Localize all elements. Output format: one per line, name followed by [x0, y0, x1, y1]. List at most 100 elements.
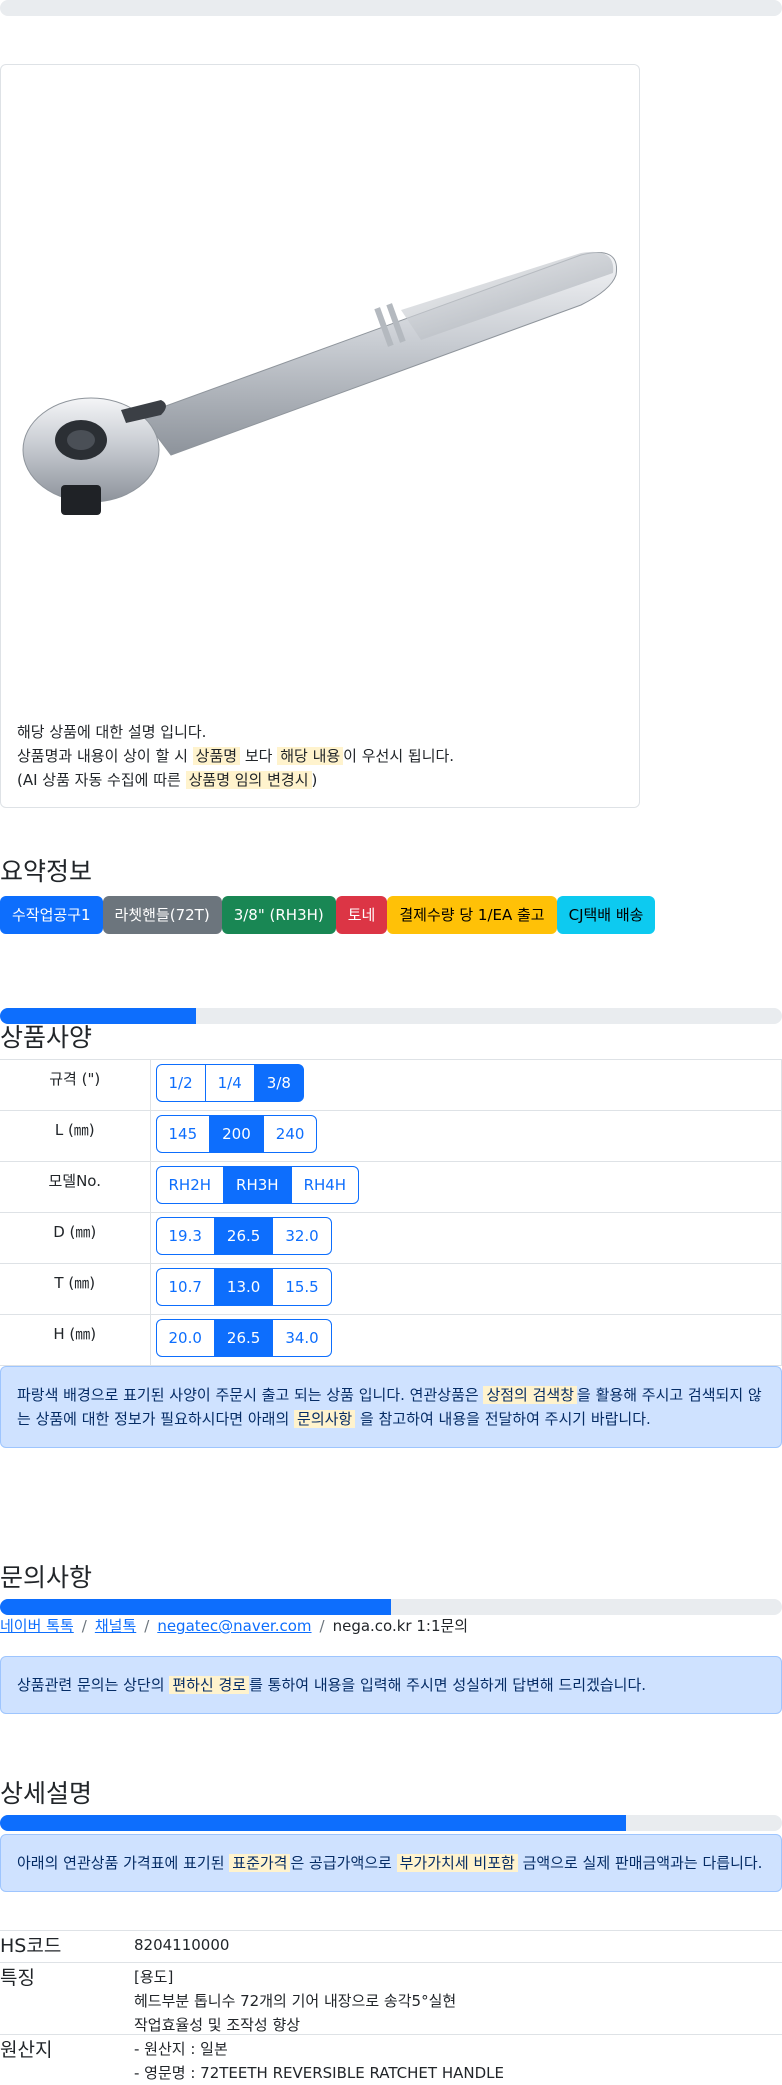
notice-text: 금액으로 실제 판매금액과는 다릅니다.	[517, 1854, 763, 1872]
spec-option-button[interactable]: 13.0	[213, 1268, 274, 1306]
notice-text: 은 공급가액으로	[290, 1854, 397, 1872]
spec-label: 모델No.	[0, 1161, 151, 1213]
caption-line-2: 상품명과 내용이 상이 할 시 상품명 보다 해당 내용 이 우선시 됩니다.	[17, 744, 454, 768]
spec-label: L (㎜)	[0, 1110, 151, 1162]
link-separator: /	[319, 1617, 325, 1635]
spec-row: D (㎜) 19.3 26.5 32.0	[0, 1212, 782, 1264]
spec-row: T (㎜) 10.7 13.0 15.5	[0, 1263, 782, 1315]
spec-option-button[interactable]: 34.0	[272, 1319, 332, 1357]
caption-text: )	[311, 771, 318, 789]
spec-option-button[interactable]: RH3H	[223, 1166, 292, 1204]
origin-value: - 원산지 : 일본 - 영문명 : 72TEETH REVERSIBLE RA…	[134, 2037, 504, 2085]
link-separator: /	[81, 1617, 87, 1635]
site-inquiry-text: nega.co.kr 1:1문의	[332, 1617, 469, 1635]
summary-tag: CJ택배 배송	[556, 896, 656, 934]
highlight-search: 상점의 검색창	[483, 1386, 578, 1404]
spec-option-button[interactable]: 3/8	[253, 1064, 304, 1102]
feature-value: [용도] 헤드부분 톱니수 72개의 기어 내장으로 송각5°실현 작업효율성 …	[134, 1965, 456, 2037]
highlight-product-name: 상품명	[192, 747, 241, 765]
spec-options: 20.0 26.5 34.0	[150, 1314, 782, 1366]
spec-option-button[interactable]: 32.0	[272, 1217, 332, 1255]
summary-tag: 수작업공구1	[0, 896, 103, 934]
spec-row: L (㎜) 145 200 240	[0, 1110, 782, 1162]
notice-text: 를 통하여 내용을 입력해 주시면 성실하게 답변해 드리겠습니다.	[249, 1676, 647, 1694]
link-separator: /	[144, 1617, 150, 1635]
spec-label: 규격 (")	[0, 1059, 151, 1111]
origin-line: - 원산지 : 일본	[134, 2040, 228, 2058]
highlight-standard-price: 표준가격	[229, 1854, 291, 1872]
spec-options: 19.3 26.5 32.0	[150, 1212, 782, 1264]
spec-option-button[interactable]: 10.7	[155, 1268, 215, 1306]
product-caption: 해당 상품에 대한 설명 입니다. 상품명과 내용이 상이 할 시 상품명 보다…	[17, 720, 454, 792]
spec-option-button[interactable]: 200	[209, 1115, 264, 1153]
spec-options: 1/2 1/4 3/8	[150, 1059, 782, 1111]
spec-option-group: 1/2 1/4 3/8	[155, 1064, 304, 1102]
spec-option-button[interactable]: RH2H	[155, 1166, 225, 1204]
spec-options: 10.7 13.0 15.5	[150, 1263, 782, 1315]
detail-progress-bar	[0, 1815, 782, 1831]
spec-option-button[interactable]: 19.3	[155, 1217, 215, 1255]
inquiry-notice: 상품관련 문의는 상단의 편하신 경로 를 통하여 내용을 입력해 주시면 성실하…	[0, 1656, 782, 1714]
caption-text: (AI 상품 자동 수집에 따른	[17, 771, 186, 789]
summary-tag: 결제수량 당 1/EA 출고	[387, 896, 557, 934]
feature-row: 특징 [용도] 헤드부분 톱니수 72개의 기어 내장으로 송각5°실현 작업효…	[0, 1962, 782, 2034]
caption-text: 이 우선시 됩니다.	[343, 747, 455, 765]
spec-option-button[interactable]: 26.5	[213, 1217, 274, 1255]
detail-title: 상세설명	[0, 1779, 93, 1808]
spec-option-button[interactable]: 15.5	[272, 1268, 332, 1306]
spec-label: H (㎜)	[0, 1314, 151, 1366]
summary-tag: 토네	[335, 896, 388, 934]
hs-code-label: HS코드	[0, 1935, 62, 1957]
detail-notice: 아래의 연관상품 가격표에 표기된 표준가격 은 공급가액으로 부가가치세 비포함…	[0, 1834, 782, 1892]
spec-option-button[interactable]: 26.5	[213, 1319, 274, 1357]
origin-row: 원산지 - 원산지 : 일본 - 영문명 : 72TEETH REVERSIBL…	[0, 2034, 782, 2085]
caption-text: 보다	[240, 747, 278, 765]
top-progress-bar	[0, 0, 782, 16]
spec-option-button[interactable]: 240	[262, 1115, 318, 1153]
highlight-vat: 부가가치세 비포함	[396, 1854, 518, 1872]
inquiry-progress-bar	[0, 1599, 782, 1615]
summary-tag: 3/8" (RH3H)	[221, 896, 336, 934]
hs-code-row: HS코드 8204110000	[0, 1930, 782, 1962]
origin-line: - 영문명 : 72TEETH REVERSIBLE RATCHET HANDL…	[134, 2064, 504, 2082]
caption-line-3: (AI 상품 자동 수집에 따른 상품명 임의 변경시)	[17, 768, 454, 792]
spec-option-group: 20.0 26.5 34.0	[155, 1319, 332, 1357]
hs-code-value: 8204110000	[134, 1936, 230, 1954]
summary-tag: 라쳇핸들(72T)	[102, 896, 222, 934]
spec-option-button[interactable]: 1/2	[155, 1064, 206, 1102]
spec-notice: 파랑색 배경으로 표기된 사양이 주문시 출고 되는 상품 입니다. 연관상품은…	[0, 1366, 782, 1448]
email-link[interactable]: negatec@naver.com	[157, 1617, 311, 1635]
naver-talk-link[interactable]: 네이버 톡톡	[0, 1617, 74, 1635]
spec-option-group: 10.7 13.0 15.5	[155, 1268, 332, 1306]
spec-label: D (㎜)	[0, 1212, 151, 1264]
spec-row: 모델No. RH2H RH3H RH4H	[0, 1161, 782, 1213]
spec-option-group: 19.3 26.5 32.0	[155, 1217, 332, 1255]
spec-option-group: RH2H RH3H RH4H	[155, 1166, 360, 1204]
feature-line: 헤드부분 톱니수 72개의 기어 내장으로 송각5°실현	[134, 1992, 457, 2010]
feature-label: 특징	[0, 1967, 35, 1989]
inquiry-title: 문의사항	[0, 1563, 93, 1592]
spec-option-button[interactable]: 145	[155, 1115, 211, 1153]
feature-line: [용도]	[134, 1968, 174, 1986]
spec-options: RH2H RH3H RH4H	[150, 1161, 782, 1213]
spec-row: 규격 (") 1/2 1/4 3/8	[0, 1059, 782, 1111]
spec-label: T (㎜)	[0, 1263, 151, 1315]
highlight-inquiry: 문의사항	[294, 1410, 356, 1428]
highlight-content: 해당 내용	[277, 747, 344, 765]
spec-option-button[interactable]: RH4H	[290, 1166, 360, 1204]
notice-text: 을 참고하여 내용을 전달하여 주시기 바랍니다.	[355, 1410, 651, 1428]
spec-option-button[interactable]: 20.0	[155, 1319, 215, 1357]
spec-option-button[interactable]: 1/4	[204, 1064, 255, 1102]
spec-table: 규격 (") 1/2 1/4 3/8 L (㎜) 145 200 240 모델No. RH2H RH…	[0, 1059, 782, 1366]
spec-option-group: 145 200 240	[155, 1115, 318, 1153]
spec-options: 145 200 240	[150, 1110, 782, 1162]
channel-talk-link[interactable]: 채널톡	[95, 1617, 136, 1635]
caption-line-1: 해당 상품에 대한 설명 입니다.	[17, 723, 207, 741]
highlight-name-change: 상품명 임의 변경시	[185, 771, 312, 789]
specs-progress-bar	[0, 1008, 782, 1024]
notice-text: 아래의 연관상품 가격표에 표기된	[17, 1854, 230, 1872]
notice-text: 상품관련 문의는 상단의	[17, 1676, 170, 1694]
ratchet-handle-image	[22, 251, 618, 515]
caption-text: 상품명과 내용이 상이 할 시	[17, 747, 193, 765]
highlight-route: 편하신 경로	[169, 1676, 250, 1694]
